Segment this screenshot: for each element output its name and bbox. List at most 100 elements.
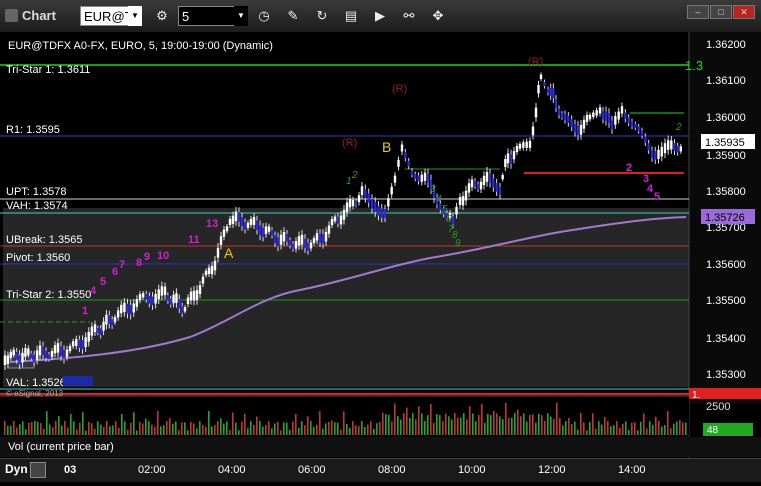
price-bar-body	[663, 143, 667, 154]
price-bar-body	[151, 296, 154, 306]
volume-bar	[358, 426, 360, 435]
play-icon[interactable]: ▶	[369, 5, 391, 27]
link-icon[interactable]: ⚯	[398, 5, 420, 27]
tristar2-label: Tri-Star 2: 1.3550	[6, 289, 91, 301]
price-bar-body	[573, 123, 577, 133]
volume-bar	[505, 403, 507, 435]
price-bar-body	[180, 306, 184, 314]
svg-text:1.36100: 1.36100	[706, 75, 746, 87]
clock-icon[interactable]: ◷	[253, 5, 275, 27]
price-bar-body	[267, 226, 271, 232]
volume-bar	[673, 423, 675, 435]
svg-text:1.36200: 1.36200	[706, 39, 746, 51]
volume-bar	[64, 421, 66, 435]
price-bar-body	[21, 352, 24, 363]
window-title: Chart	[22, 8, 56, 23]
volume-bar	[508, 417, 510, 435]
price-bar-body	[228, 218, 232, 226]
price-bar-body	[78, 339, 81, 348]
price-bar-body	[364, 189, 367, 199]
price-bar-body	[47, 354, 51, 360]
volume-bar	[586, 430, 588, 435]
price-bar-body	[518, 143, 522, 149]
volume-bar	[667, 411, 669, 435]
last-price: 1.35935	[705, 137, 745, 149]
volume-bar	[76, 429, 78, 435]
volume-bar	[340, 429, 342, 435]
volume-bar	[10, 425, 12, 435]
svg-text:1: 1	[346, 176, 352, 187]
price-bar-body	[116, 310, 120, 318]
price-bar-body	[509, 154, 513, 164]
price-bar-body	[592, 112, 595, 118]
close-button[interactable]: ✕	[733, 5, 755, 19]
price-bar-body	[557, 108, 561, 116]
price-bar-body	[537, 85, 540, 94]
price-bar-body	[120, 304, 123, 314]
volume-bar	[262, 426, 264, 435]
volume-bar	[229, 430, 231, 435]
svg-text:6: 6	[112, 266, 118, 278]
volume-bar	[31, 422, 33, 435]
price-bar-body	[488, 173, 492, 183]
volume-bar	[58, 415, 60, 435]
volume-bar	[448, 416, 450, 435]
volume-bar	[496, 413, 498, 435]
price-bar-body	[81, 339, 84, 350]
settings-gear-icon[interactable]: ⚙	[151, 5, 173, 27]
minimize-button[interactable]: –	[687, 5, 709, 19]
volume-bar	[598, 421, 600, 435]
volume-bar	[175, 421, 177, 435]
price-bar-body	[270, 230, 274, 236]
price-bar-body	[637, 126, 640, 132]
price-bar-body	[420, 174, 423, 182]
volume-bar	[454, 413, 456, 435]
volume-bar	[169, 418, 171, 435]
price-bar-body	[35, 350, 39, 360]
price-bar-body	[336, 216, 340, 224]
price-bar-body	[467, 183, 471, 193]
refresh-icon[interactable]: ↻	[311, 5, 333, 27]
news-icon[interactable]: ▤	[340, 5, 362, 27]
price-bar-body	[126, 303, 129, 314]
price-bar-body	[222, 229, 226, 237]
price-bar-body	[654, 151, 657, 160]
price-bar-body	[370, 198, 374, 209]
symbol-dropdown-icon[interactable]: ▼	[128, 6, 142, 26]
price-bar-body	[240, 217, 244, 227]
price-bar-body	[56, 343, 60, 353]
price-bar-body	[458, 197, 462, 205]
maximize-button[interactable]: □	[710, 5, 732, 19]
volume-bar	[514, 413, 516, 435]
volume-bar	[250, 421, 252, 435]
volume-bar	[682, 422, 684, 435]
volume-bar	[529, 414, 531, 435]
price-bar-body	[246, 222, 250, 228]
price-chart[interactable]: EUR@TDFX A0-FX, EURO, 5, 19:00-19:00 (Dy…	[0, 32, 761, 481]
volume-bar	[160, 426, 162, 435]
volume-bar	[478, 414, 480, 435]
volume-bar	[442, 421, 444, 435]
price-bar-body	[186, 297, 190, 305]
volume-bar	[49, 424, 51, 435]
volume-bar	[421, 413, 423, 435]
price-bar-body	[216, 247, 220, 258]
volume-bar	[349, 427, 351, 435]
volume-bar	[538, 413, 540, 435]
volume-bar	[655, 416, 657, 435]
volume-bar	[613, 425, 615, 435]
volume-bar	[460, 417, 462, 435]
price-bar-body	[53, 345, 57, 354]
pencil-icon[interactable]: ✎	[282, 5, 304, 27]
volume-bar	[631, 422, 633, 435]
cursor-icon[interactable]: ✥	[427, 5, 449, 27]
time-axis: 03 02:00 04:00 06:00 08:00 10:00 12:00 1…	[64, 464, 646, 476]
interval-dropdown-icon[interactable]: ▼	[234, 6, 248, 26]
price-bar-body	[367, 193, 370, 203]
volume-bar	[361, 421, 363, 435]
r-marker-1: (R)	[342, 137, 357, 149]
price-bar-body	[110, 319, 114, 326]
price-bar-body	[252, 217, 256, 226]
volume-bar	[502, 419, 504, 435]
price-bar-body	[264, 226, 268, 235]
